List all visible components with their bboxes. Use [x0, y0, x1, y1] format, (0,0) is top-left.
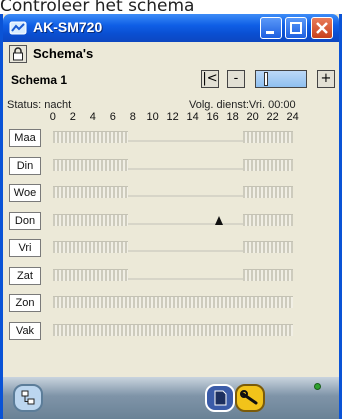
day-row: Zat: [7, 265, 337, 287]
day-button[interactable]: Woe: [9, 184, 41, 202]
next-service-text: Volg. dienst:Vri. 00:00: [189, 99, 296, 111]
schedule-block-occupied[interactable]: [243, 186, 293, 198]
document-icon: [214, 390, 227, 406]
tree-button[interactable]: [13, 384, 43, 412]
hour-label: 16: [206, 111, 219, 123]
schedule-block-occupied[interactable]: [243, 241, 293, 253]
lock-button[interactable]: [9, 45, 27, 63]
hour-label: 10: [146, 111, 159, 123]
hour-label: 0: [49, 111, 56, 123]
wrench-icon: [240, 390, 258, 405]
close-icon: [316, 22, 328, 34]
hour-label: 4: [89, 111, 96, 123]
schedule-block-occupied[interactable]: [243, 131, 293, 143]
plus-button[interactable]: +: [317, 70, 335, 88]
day-button[interactable]: Zon: [9, 294, 41, 312]
first-button[interactable]: |<: [201, 70, 219, 88]
schedule-block-occupied[interactable]: [243, 268, 293, 281]
title-bar[interactable]: AK-SM720: [3, 14, 339, 42]
day-row: Maa: [7, 127, 337, 149]
app-window: AK-SM720 Schema's Schema 1 |< - + Status…: [0, 14, 342, 419]
day-row: Vak: [7, 320, 337, 342]
schedule-block-occupied[interactable]: [243, 158, 293, 171]
day-row: Vri: [7, 237, 337, 259]
day-row: Don: [7, 210, 337, 232]
minus-button[interactable]: -: [227, 70, 245, 88]
schemas-toolbar: Schema's: [3, 42, 339, 66]
schemas-label: Schema's: [33, 46, 94, 61]
hour-label: 14: [186, 111, 199, 123]
hour-label: 2: [69, 111, 76, 123]
day-row: Woe: [7, 182, 337, 204]
slider-thumb[interactable]: [264, 72, 268, 86]
document-button[interactable]: [205, 384, 235, 412]
schedule-block-occupied[interactable]: [53, 296, 293, 308]
schema-navigation: Schema 1 |< - +: [3, 68, 339, 92]
day-row: Din: [7, 155, 337, 177]
network-icon: [9, 21, 27, 35]
hour-label: 24: [286, 111, 299, 123]
bottom-toolbar: [3, 377, 339, 419]
day-button[interactable]: Vri: [9, 239, 41, 257]
schedule-block-off[interactable]: [128, 250, 243, 252]
hour-label: 8: [129, 111, 136, 123]
tree-icon: [21, 390, 35, 405]
schedule-block-occupied[interactable]: [243, 213, 293, 226]
schedule-block-off[interactable]: [128, 195, 243, 197]
day-button[interactable]: Don: [9, 211, 41, 230]
schedule-block-occupied[interactable]: [53, 241, 128, 253]
minimize-icon: [266, 31, 274, 34]
day-row: Zon: [7, 292, 337, 314]
hour-label: 12: [166, 111, 179, 123]
window-title: AK-SM720: [33, 19, 103, 35]
maximize-icon: [290, 22, 302, 34]
schema-slider[interactable]: [255, 70, 307, 88]
minimize-button[interactable]: [260, 17, 282, 39]
schema-name: Schema 1: [11, 73, 68, 87]
schedule-block-off[interactable]: [128, 222, 243, 225]
day-button[interactable]: Din: [9, 156, 41, 175]
hour-label: 22: [266, 111, 279, 123]
current-time-marker: [215, 215, 223, 225]
day-button[interactable]: Maa: [9, 129, 41, 147]
maximize-button[interactable]: [285, 17, 307, 39]
service-button[interactable]: [235, 384, 265, 412]
status-text: Status: nacht: [7, 99, 72, 111]
schedule-block-occupied[interactable]: [53, 323, 293, 336]
schedule-block-off[interactable]: [128, 140, 243, 142]
schedule-block-off[interactable]: [128, 277, 243, 280]
schedule-block-occupied[interactable]: [53, 131, 128, 143]
day-button[interactable]: Zat: [9, 266, 41, 285]
hour-label: 6: [109, 111, 116, 123]
schedule-block-off[interactable]: [128, 167, 243, 170]
hour-label: 20: [246, 111, 259, 123]
led-icon: [314, 383, 321, 390]
schedule-block-occupied[interactable]: [53, 268, 128, 281]
schedule-block-occupied[interactable]: [53, 158, 128, 171]
lock-icon: [13, 47, 23, 61]
schedule-block-occupied[interactable]: [53, 186, 128, 198]
hour-label: 18: [226, 111, 239, 123]
schedule-block-occupied[interactable]: [53, 213, 128, 226]
close-button[interactable]: [311, 17, 333, 39]
day-button[interactable]: Vak: [9, 321, 41, 340]
